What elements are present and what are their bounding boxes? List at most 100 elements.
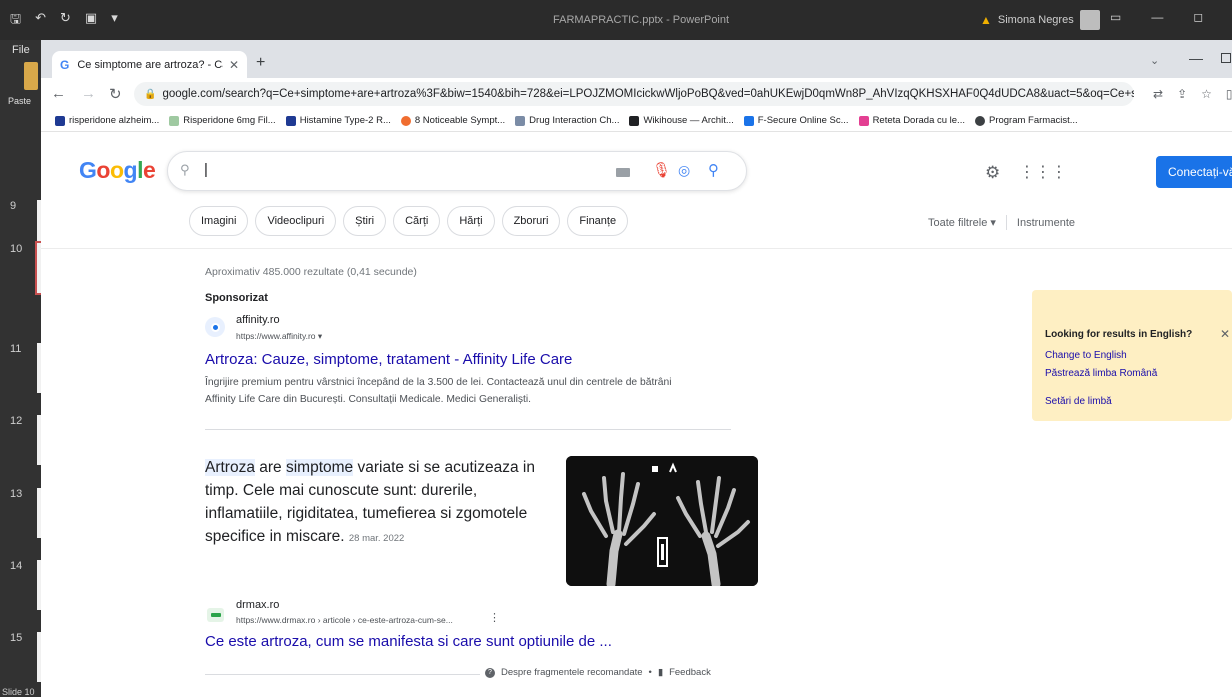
save-icon[interactable]: 🖫 <box>10 10 21 32</box>
bookmark-favicon-icon <box>285 115 296 126</box>
share-icon[interactable]: ⇪ <box>1177 87 1187 101</box>
powerpoint-window-controls: ▭ — ◻ <box>1110 10 1203 24</box>
chevron-down-icon: ▾ <box>990 217 996 229</box>
chip-videos[interactable]: Videoclipuri <box>255 206 337 236</box>
slideshow-icon[interactable]: ▣ <box>85 10 97 32</box>
result-site-name[interactable]: drmax.ro <box>236 599 279 611</box>
language-question: Looking for results in English? <box>1045 329 1193 340</box>
snippet-date: 28 mar. 2022 <box>348 533 405 544</box>
featured-snippet-footer: ? Despre fragmentele recomandate • ▮ Fee… <box>485 667 711 678</box>
search-input[interactable] <box>212 160 592 182</box>
bookmark-favicon-icon <box>629 115 640 126</box>
address-bar[interactable]: 🔒 google.com/search?q=Ce+simptome+are+ar… <box>134 82 1134 106</box>
slide-status: Slide 10 <box>2 687 35 697</box>
new-tab-button[interactable]: + <box>256 54 265 72</box>
bookmark-favicon-icon <box>743 115 754 126</box>
keep-romanian-link[interactable]: Păstrează limba Română <box>1045 368 1157 379</box>
chip-books[interactable]: Cărți <box>393 206 441 236</box>
about-featured-snippets-link[interactable]: Despre fragmentele recomandate <box>501 667 643 678</box>
header-divider <box>41 248 1232 249</box>
result-title-link[interactable]: Ce este artroza, cum se manifesta si car… <box>205 633 612 650</box>
reload-icon[interactable]: ↻ <box>109 85 122 103</box>
slide-number: 10 <box>10 243 23 255</box>
url-text[interactable]: google.com/search?q=Ce+simptome+are+artr… <box>162 88 1134 100</box>
bookmark-item[interactable]: 8 Noticeable Sympt... <box>400 115 505 126</box>
undo-icon[interactable]: ↶ <box>35 10 46 32</box>
chip-images[interactable]: Imagini <box>189 206 249 236</box>
maximize-icon[interactable] <box>1221 53 1231 63</box>
chip-finance[interactable]: Finanțe <box>567 206 629 236</box>
result-url[interactable]: https://www.drmax.ro › articole › ce-est… <box>236 615 453 625</box>
more-options-icon[interactable]: ⋮ <box>489 611 500 624</box>
bookmark-item[interactable]: Program Farmacist... <box>974 115 1078 126</box>
slide-number: 15 <box>10 632 23 644</box>
sponsored-label: Sponsorizat <box>205 292 268 304</box>
change-to-english-link[interactable]: Change to English <box>1045 350 1127 361</box>
ad-site-name[interactable]: affinity.ro <box>236 314 280 326</box>
drmax-favicon-icon <box>207 608 224 622</box>
bookmark-star-icon[interactable]: ☆ <box>1201 87 1212 101</box>
back-arrow-icon[interactable]: ← <box>51 85 66 102</box>
chip-news[interactable]: Știri <box>343 206 387 236</box>
affinity-favicon-icon <box>205 317 225 337</box>
user-name: Simona Negres <box>997 14 1074 26</box>
ad-url[interactable]: https://www.affinity.ro ▾ <box>236 331 322 342</box>
bookmark-item[interactable]: Reteta Dorada cu le... <box>858 115 965 126</box>
browser-tab-active[interactable]: G Ce simptome are artroza? - Căutare Goo… <box>52 51 247 78</box>
restore-icon[interactable]: ◻ <box>1193 10 1203 24</box>
featured-snippet: Artroza are simptome variate si se acuti… <box>205 459 535 545</box>
ad-description: Îngrijire premium pentru vârstnici încep… <box>205 377 672 405</box>
customize-icon[interactable]: ▾ <box>111 10 118 32</box>
bookmark-item[interactable]: Wikihouse — Archit... <box>629 115 734 126</box>
bookmark-favicon-icon <box>400 115 411 126</box>
language-suggestion-box: Looking for results in English? ✕ Change… <box>1032 290 1232 421</box>
search-button-icon[interactable]: ⚲ <box>708 161 719 179</box>
bookmark-favicon-icon <box>858 115 869 126</box>
search-icon: ⚲ <box>180 162 190 177</box>
forward-arrow-icon[interactable]: → <box>81 85 96 102</box>
user-account[interactable]: ▲ Simona Negres <box>980 10 1100 30</box>
avatar <box>1079 10 1100 30</box>
sign-in-button[interactable]: Conectați-vă <box>1156 156 1232 188</box>
search-filter-chips: Imagini Videoclipuri Știri Cărți Hărți Z… <box>189 206 629 236</box>
slide-number: 11 <box>10 343 22 355</box>
bookmark-item[interactable]: Histamine Type-2 R... <box>285 115 391 126</box>
all-filters-button[interactable]: Toate filtrele ▾ <box>928 216 996 229</box>
translate-icon[interactable]: ⇄ <box>1153 87 1163 101</box>
tools-button[interactable]: Instrumente <box>1017 217 1075 229</box>
language-settings-link[interactable]: Setări de limbă <box>1045 396 1112 407</box>
slide-number: 12 <box>10 415 23 427</box>
apps-grid-icon[interactable]: ⋮⋮⋮ <box>1019 162 1067 182</box>
ribbon-display-icon[interactable]: ▭ <box>1110 10 1121 24</box>
bookmark-item[interactable]: Risperidone 6mg Fil... <box>169 115 276 126</box>
search-box[interactable]: ⚲ | 🎙 ◎ ⚲ <box>167 151 747 191</box>
side-panel-icon[interactable]: ▯ <box>1226 87 1232 101</box>
help-circle-icon: ? <box>485 667 495 678</box>
bookmark-item[interactable]: Drug Interaction Ch... <box>515 115 619 126</box>
snippet-image-xray-hands[interactable] <box>566 456 758 586</box>
tab-title: Ce simptome are artroza? - Căutare Googl… <box>77 58 223 71</box>
google-lens-icon[interactable]: ◎ <box>678 162 690 179</box>
chip-flights[interactable]: Zboruri <box>501 206 561 236</box>
bookmark-item[interactable]: risperidone alzheim... <box>55 115 159 126</box>
paste-button[interactable]: Paste <box>8 96 31 106</box>
bookmark-item[interactable]: F-Secure Online Sc... <box>743 115 849 126</box>
redo-icon[interactable]: ↻ <box>60 10 71 32</box>
tab-close-icon[interactable]: ✕ <box>229 58 239 72</box>
google-logo[interactable]: Google <box>79 157 156 184</box>
close-icon[interactable]: ✕ <box>1220 327 1230 341</box>
file-tab[interactable]: File <box>12 44 30 56</box>
feedback-link[interactable]: Feedback <box>669 667 711 678</box>
lock-icon[interactable]: 🔒 <box>144 89 156 100</box>
bookmark-favicon-icon <box>55 115 65 126</box>
paste-icon[interactable] <box>24 62 38 90</box>
tab-search-icon[interactable]: ⌄ <box>1150 54 1159 67</box>
filter-tools: Toate filtrele ▾ Instrumente <box>928 215 1075 230</box>
chip-maps[interactable]: Hărți <box>447 206 495 236</box>
minimize-icon[interactable]: — <box>1189 50 1203 66</box>
keyboard-icon[interactable] <box>616 168 630 177</box>
microphone-icon[interactable]: 🎙 <box>652 161 671 179</box>
settings-gear-icon[interactable]: ⚙ <box>985 163 1000 183</box>
minimize-icon[interactable]: — <box>1151 10 1163 24</box>
ad-title-link[interactable]: Artroza: Cauze, simptome, tratament - Af… <box>205 351 572 368</box>
